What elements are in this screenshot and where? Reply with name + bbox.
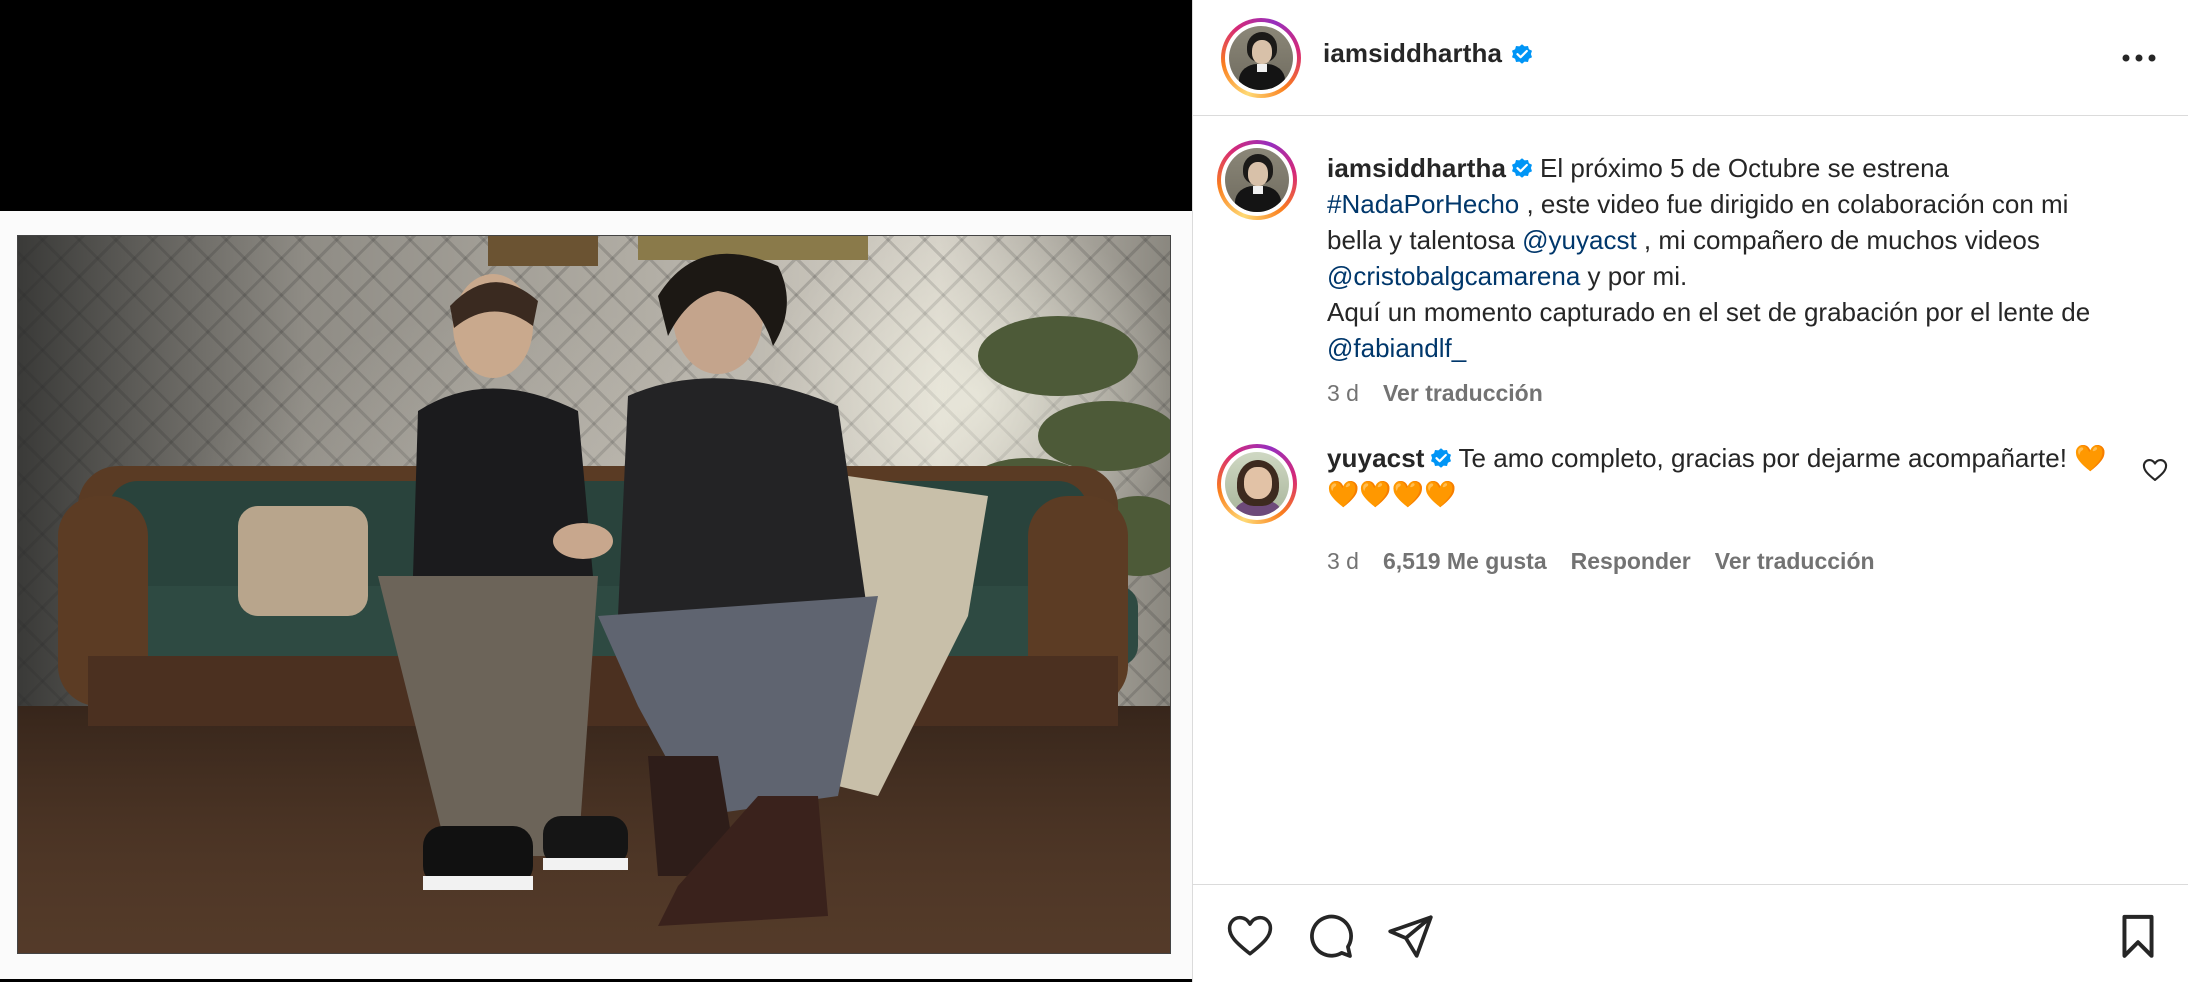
sofa-base: [88, 656, 1118, 726]
photo-scene: [18, 236, 1170, 953]
post-header: iamsiddhartha: [1193, 0, 2188, 116]
bookmark-icon[interactable]: [2113, 911, 2163, 961]
caption-line-b: Aquí un momento capturado en el set de g…: [1327, 297, 2091, 327]
comment-like-heart-icon[interactable]: [2141, 456, 2169, 484]
post-actions-bar: [1193, 884, 2188, 982]
paper-plane-icon[interactable]: [1385, 911, 1435, 961]
photo-frame: [0, 211, 1192, 979]
comment-bubble-icon[interactable]: [1305, 911, 1355, 961]
reply-text: yuyacst Te amo completo, gracias por dej…: [1327, 440, 2107, 512]
verified-badge-icon: [1430, 448, 1451, 468]
mention-cristobalgcamarena[interactable]: @cristobalgcamarena: [1327, 261, 1580, 291]
post-media[interactable]: [0, 0, 1192, 982]
reply-author-username[interactable]: yuyacst: [1327, 443, 1425, 473]
reply-button[interactable]: Responder: [1571, 548, 1691, 575]
caption-text3: , mi compañero de muchos videos: [1643, 225, 2040, 255]
caption-meta: 3 d Ver traducción: [1327, 380, 1543, 407]
heart-icon[interactable]: [1225, 911, 1275, 961]
author-avatar[interactable]: [1221, 18, 1301, 98]
caption-time[interactable]: 3 d: [1327, 380, 1359, 407]
author-username[interactable]: iamsiddhartha: [1323, 38, 1502, 69]
reply-likes-count[interactable]: 6,519 Me gusta: [1383, 548, 1547, 575]
caption-translate-button[interactable]: Ver traducción: [1383, 380, 1543, 407]
mention-fabiandlf[interactable]: @fabiandlf_: [1327, 333, 1466, 363]
reply-meta: 3 d 6,519 Me gusta Responder Ver traducc…: [1327, 548, 1875, 575]
reply-translate-button[interactable]: Ver traducción: [1715, 548, 1875, 575]
caption-author-avatar[interactable]: [1217, 140, 1297, 220]
caption-text: iamsiddhartha El próximo 5 de Octubre se…: [1327, 150, 2107, 366]
wall-frame: [488, 236, 598, 266]
hands: [553, 523, 613, 559]
caption-line1: El próximo 5 de Octubre se estrena: [1540, 153, 1949, 183]
hashtag-link[interactable]: #NadaPorHecho: [1327, 189, 1519, 219]
reply-author-avatar[interactable]: [1217, 444, 1297, 524]
pillow: [238, 506, 368, 616]
caption-author-username[interactable]: iamsiddhartha: [1327, 153, 1506, 183]
wall-frame: [638, 236, 868, 260]
post-photo[interactable]: [17, 235, 1171, 954]
reply-time[interactable]: 3 d: [1327, 548, 1359, 575]
verified-badge-icon: [1512, 158, 1533, 178]
mention-yuyacst[interactable]: @yuyacst: [1522, 225, 1637, 255]
more-options-button[interactable]: [2121, 40, 2157, 76]
caption-text4: y por mi.: [1587, 261, 1688, 291]
more-horizontal-icon: [2122, 54, 2156, 62]
verified-badge-icon: [1512, 43, 1533, 64]
reply-body: Te amo completo, gracias por dejarme aco…: [1458, 443, 2067, 473]
post-sidebar: iamsiddhartha iamsiddhartha El próximo 5…: [1192, 0, 2188, 982]
